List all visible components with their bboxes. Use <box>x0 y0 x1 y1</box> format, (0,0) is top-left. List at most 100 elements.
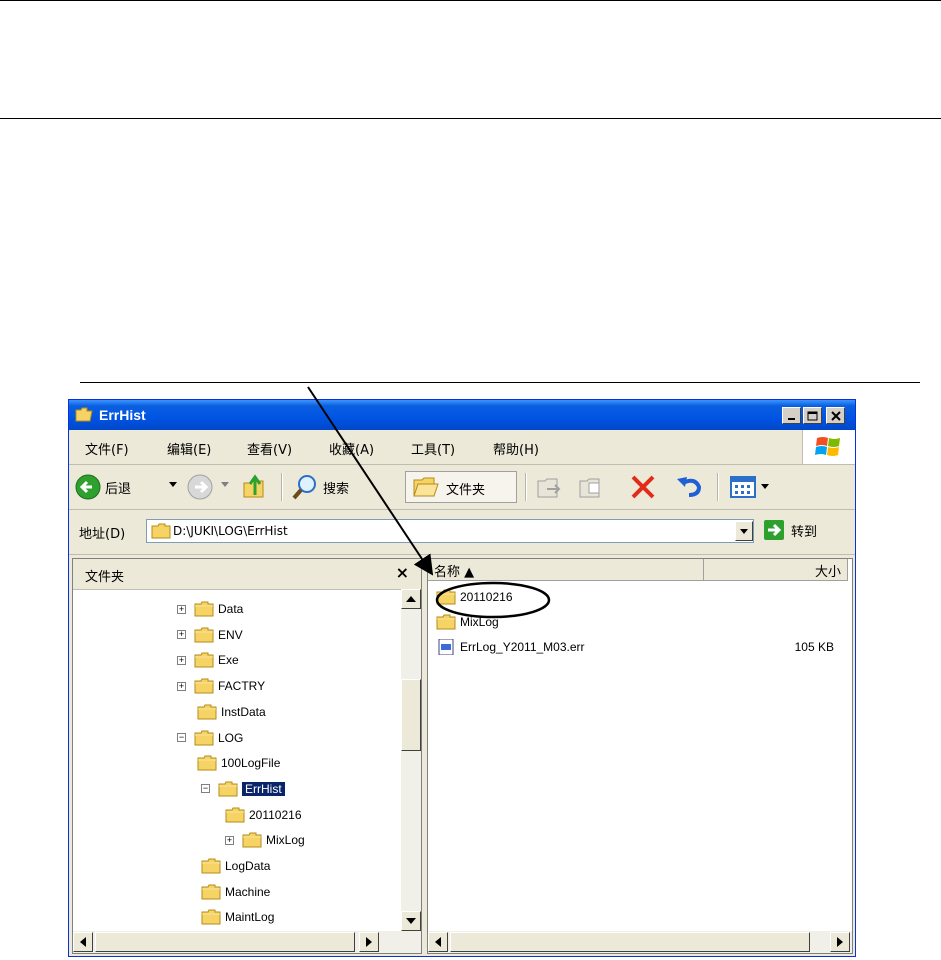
tree-item[interactable]: MaintLog <box>201 906 274 928</box>
scroll-left-button[interactable] <box>73 932 93 952</box>
arrow-left-icon <box>80 937 86 947</box>
menu-file[interactable]: 文件(F) <box>85 439 129 458</box>
tree-item[interactable]: − ErrHist <box>201 778 285 800</box>
address-dropdown[interactable] <box>735 521 753 541</box>
menu-view[interactable]: 查看(V) <box>247 439 292 458</box>
chevron-down-icon <box>221 482 229 487</box>
toolbar-separator <box>717 473 719 501</box>
tree-item-label: LOG <box>218 730 244 745</box>
address-input[interactable]: D:\JUKI\LOG\ErrHist <box>146 519 754 543</box>
forward-dropdown[interactable] <box>221 482 229 488</box>
folder-pane-header: 文件夹 × <box>73 559 421 590</box>
menu-help[interactable]: 帮助(H) <box>493 439 539 458</box>
tree-item[interactable]: + FACTRY <box>177 675 265 697</box>
tree-item[interactable]: 20110216 <box>225 804 302 826</box>
scroll-right-button[interactable] <box>830 932 850 952</box>
explorer-window: ErrHist 文件(F) 编辑(E) 查看(V) 收藏(A) 工具(T) 帮助… <box>68 399 856 957</box>
column-header-size[interactable]: 大小 <box>704 559 848 581</box>
views-button[interactable] <box>729 473 769 501</box>
tree-item[interactable]: + ENV <box>177 624 243 646</box>
folder-tree-pane: 文件夹 × + Data + ENV + Exe + FACTRY InstData − LOG 10… <box>72 558 422 954</box>
folder-icon <box>436 589 456 605</box>
arrow-right-icon <box>837 937 843 947</box>
expander-icon[interactable]: − <box>177 733 186 742</box>
maximize-button[interactable] <box>803 407 822 424</box>
folders-button[interactable]: 文件夹 <box>405 471 517 503</box>
arrow-down-icon <box>406 918 416 924</box>
delete-icon <box>631 475 655 499</box>
folder-pane-title: 文件夹 <box>85 570 125 585</box>
close-button[interactable] <box>826 407 845 424</box>
file-row[interactable]: ErrLog_Y2011_M03.err <box>436 636 585 658</box>
tree-item-label: MaintLog <box>225 910 275 925</box>
back-button[interactable]: 后退 <box>75 474 131 500</box>
file-list-pane: 名称 ▲ 大小 20110216 MixLog ErrLog_Y2011_M03.e… <box>427 558 853 954</box>
tree-item[interactable]: + Exe <box>177 649 239 671</box>
menu-bar: 文件(F) 编辑(E) 查看(V) 收藏(A) 工具(T) 帮助(H) <box>69 430 855 465</box>
tree-horizontal-scrollbar[interactable] <box>73 931 421 953</box>
toolbar-separator <box>281 473 283 501</box>
scroll-thumb[interactable] <box>401 679 421 751</box>
scroll-right-button[interactable] <box>359 932 379 952</box>
windows-logo <box>802 430 855 464</box>
file-row[interactable]: 20110216 <box>436 586 513 608</box>
tree-item[interactable]: Machine <box>201 881 270 903</box>
tree-item-label: ENV <box>218 627 243 642</box>
move-to-button[interactable] <box>535 473 563 501</box>
up-button[interactable] <box>241 473 269 501</box>
tree-item[interactable]: 100LogFile <box>197 752 280 774</box>
scroll-up-button[interactable] <box>401 589 421 609</box>
tree-item-label: 20110216 <box>249 807 302 822</box>
file-list-horizontal-scrollbar[interactable] <box>428 931 852 953</box>
undo-button[interactable] <box>675 473 705 501</box>
scroll-thumb[interactable] <box>95 932 355 952</box>
menu-tools[interactable]: 工具(T) <box>411 439 455 458</box>
folder-icon <box>194 601 214 617</box>
delete-button[interactable] <box>629 473 657 501</box>
file-row[interactable]: MixLog <box>436 611 499 633</box>
back-dropdown[interactable] <box>169 482 177 488</box>
title-bar[interactable]: ErrHist <box>69 400 855 430</box>
copy-to-button[interactable] <box>577 473 605 501</box>
folder-icon <box>151 523 171 539</box>
expander-icon[interactable]: + <box>177 655 186 665</box>
folder-icon <box>197 704 217 720</box>
search-button[interactable]: 搜索 <box>291 473 349 501</box>
forward-button[interactable] <box>187 474 213 500</box>
folder-icon <box>242 832 262 848</box>
go-button[interactable]: 转到 <box>763 519 817 541</box>
column-name-label: 名称 ▲ <box>434 565 475 580</box>
maximize-icon <box>807 411 818 420</box>
back-label: 后退 <box>105 481 132 497</box>
address-label: 地址(D) <box>79 527 126 542</box>
scroll-down-button[interactable] <box>401 911 421 931</box>
menu-favorites[interactable]: 收藏(A) <box>329 439 374 458</box>
expander-icon[interactable]: + <box>225 835 234 845</box>
tree-item-label: 100LogFile <box>221 756 281 771</box>
close-icon <box>830 410 841 421</box>
scroll-thumb[interactable] <box>450 932 810 952</box>
folder-up-icon <box>243 474 264 498</box>
tree-item[interactable]: InstData <box>197 701 266 723</box>
folder-pane-close[interactable]: × <box>396 563 409 582</box>
minimize-button[interactable] <box>782 407 801 424</box>
tree-vertical-scrollbar[interactable] <box>401 589 421 931</box>
expander-icon[interactable]: + <box>177 681 186 691</box>
back-arrow-icon <box>75 474 101 500</box>
menu-edit[interactable]: 编辑(E) <box>167 439 211 458</box>
folder-icon <box>225 807 245 823</box>
folder-icon <box>201 858 221 874</box>
expander-icon[interactable]: − <box>201 784 210 794</box>
address-path: D:\JUKI\LOG\ErrHist <box>173 524 288 538</box>
scroll-left-button[interactable] <box>428 932 448 952</box>
tree-item[interactable]: + Data <box>177 598 243 620</box>
tree-item[interactable]: LogData <box>201 855 270 877</box>
expander-icon[interactable]: + <box>177 630 186 640</box>
folder-icon <box>194 678 214 694</box>
expander-icon[interactable]: + <box>177 604 186 614</box>
tree-item[interactable]: + MixLog <box>225 829 305 851</box>
column-header-name[interactable]: 名称 ▲ <box>428 559 704 581</box>
tree-item-label: MixLog <box>266 833 305 848</box>
tree-item[interactable]: − LOG <box>177 727 243 749</box>
column-size-label: 大小 <box>814 565 841 580</box>
